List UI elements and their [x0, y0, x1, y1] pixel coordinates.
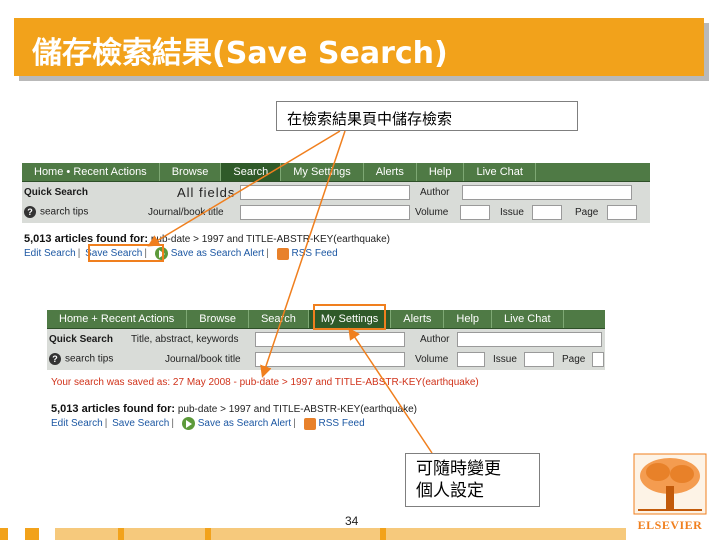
- issue-input[interactable]: [524, 352, 554, 367]
- author-input[interactable]: [462, 185, 632, 200]
- save-search-alert-link[interactable]: Save as Search Alert: [171, 248, 264, 259]
- help-icon: ?: [49, 353, 61, 365]
- rss-icon: [303, 417, 316, 430]
- tab-my-settings[interactable]: My Settings: [281, 163, 364, 181]
- edit-search-link[interactable]: Edit Search: [51, 418, 103, 429]
- results-actions: Edit Search | Save Search | Save as Search…: [51, 417, 365, 430]
- tab-help[interactable]: Help: [417, 163, 465, 181]
- save-search-alert-link[interactable]: Save as Search Alert: [198, 418, 291, 429]
- saved-search-message: Your search was saved as: 27 May 2008 - …: [51, 377, 479, 388]
- author-label: Author: [420, 334, 450, 345]
- author-label: Author: [420, 187, 450, 198]
- tab-browse[interactable]: Browse: [160, 163, 222, 181]
- search-tips-link[interactable]: ? search tips: [24, 206, 88, 218]
- tab-browse[interactable]: Browse: [187, 310, 249, 328]
- tab-alerts[interactable]: Alerts: [391, 310, 445, 328]
- journal-label: Journal/book title: [165, 354, 241, 365]
- rss-icon: [276, 247, 289, 260]
- title-abstract-input[interactable]: [255, 332, 405, 347]
- volume-input[interactable]: [457, 352, 485, 367]
- tab-home[interactable]: Home • Recent Actions: [22, 163, 160, 181]
- callout-settings: 可隨時變更 個人設定: [405, 453, 540, 507]
- tree-icon: [633, 453, 707, 515]
- quick-search-panel: Quick Search All fields Author ? search t…: [22, 182, 650, 223]
- rss-feed-link[interactable]: RSS Feed: [292, 248, 338, 259]
- journal-input[interactable]: [255, 352, 405, 367]
- quick-search-panel: Quick Search Title, abstract, keywords A…: [47, 329, 605, 370]
- callout-save-search: 在檢索結果頁中儲存檢索: [276, 101, 578, 131]
- bottom-stripe: [0, 528, 626, 540]
- page-label: Page: [562, 354, 586, 365]
- all-fields-label: All fields: [177, 185, 236, 200]
- alert-arrow-icon: [181, 417, 195, 430]
- search-tips-link[interactable]: ? search tips: [49, 353, 113, 365]
- issue-label: Issue: [500, 207, 524, 218]
- tab-live-chat[interactable]: Live Chat: [492, 310, 564, 328]
- quick-search-label: Quick Search: [24, 187, 88, 198]
- author-input[interactable]: [457, 332, 602, 347]
- rss-feed-link[interactable]: RSS Feed: [319, 418, 365, 429]
- slide-title: 儲存檢索結果(Save Search): [32, 36, 448, 71]
- volume-label: Volume: [415, 207, 449, 218]
- title-abstract-label: Title, abstract, keywords: [131, 334, 239, 345]
- tab-alerts[interactable]: Alerts: [364, 163, 417, 181]
- results-count: 5,013 articles found for: pub-date > 199…: [24, 233, 390, 245]
- my-settings-highlight: [313, 304, 386, 330]
- tab-search[interactable]: Search: [221, 163, 282, 181]
- page-label: Page: [575, 207, 599, 218]
- tab-live-chat[interactable]: Live Chat: [464, 163, 536, 181]
- issue-label: Issue: [493, 354, 517, 365]
- nav-bar: Home • Recent Actions Browse Search My S…: [22, 163, 650, 182]
- results-actions: Edit Search | Save Search | Save as Search…: [24, 247, 338, 260]
- save-search-highlight: [88, 244, 164, 262]
- callout-arrows: [147, 130, 433, 454]
- tab-help[interactable]: Help: [444, 310, 493, 328]
- journal-input[interactable]: [240, 205, 410, 220]
- help-icon: ?: [24, 206, 36, 218]
- issue-input[interactable]: [532, 205, 562, 220]
- volume-input[interactable]: [460, 205, 490, 220]
- results-count: 5,013 articles found for: pub-date > 199…: [51, 403, 417, 415]
- quick-search-label: Quick Search: [49, 334, 113, 345]
- tab-search[interactable]: Search: [249, 310, 309, 328]
- edit-search-link[interactable]: Edit Search: [24, 248, 76, 259]
- page-input[interactable]: [592, 352, 604, 367]
- save-search-link[interactable]: Save Search: [112, 418, 169, 429]
- tab-home[interactable]: Home + Recent Actions: [47, 310, 188, 328]
- slide-title-bar: 儲存檢索結果(Save Search): [14, 18, 704, 76]
- page-number: 34: [345, 514, 359, 528]
- volume-label: Volume: [415, 354, 449, 365]
- all-fields-input[interactable]: [240, 185, 410, 200]
- elsevier-wordmark: ELSEVIER: [637, 518, 703, 532]
- page-input[interactable]: [607, 205, 637, 220]
- elsevier-logo: ELSEVIER: [630, 452, 710, 532]
- journal-label: Journal/book title: [148, 207, 224, 218]
